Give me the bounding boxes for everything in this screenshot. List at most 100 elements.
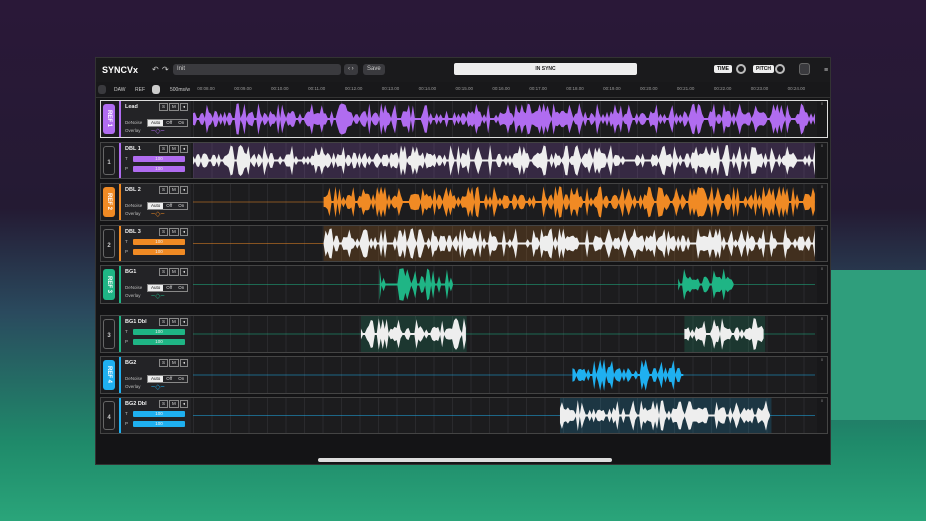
denoise-on[interactable]: On [175, 376, 187, 382]
time-button[interactable]: TIME [714, 65, 732, 73]
speaker-icon[interactable]: ◂ [179, 145, 188, 153]
denoise-auto[interactable]: Auto [148, 376, 164, 382]
waveform-lane[interactable] [193, 226, 815, 261]
time-amount-slider[interactable]: 100 [133, 329, 185, 335]
timeline-ruler[interactable]: DAW REF 500ms/w 00:08.00 00:09.00 00:10.00… [96, 82, 830, 98]
pitch-amount-slider[interactable]: 100 [133, 166, 185, 172]
mute-button[interactable]: M [168, 186, 179, 194]
pitch-button[interactable]: PITCH [753, 65, 774, 73]
speaker-icon[interactable]: ◂ [179, 228, 188, 236]
speaker-icon[interactable]: ◂ [179, 186, 188, 194]
horizontal-scrollbar[interactable] [318, 458, 612, 462]
track-1[interactable]: 1 DBL 1 S M ◂ T 100 P 100 0 [100, 142, 828, 179]
denoise-off[interactable]: Off [163, 376, 175, 382]
track-tab[interactable]: 2 [103, 229, 115, 258]
mute-button[interactable]: M [168, 400, 179, 408]
solo-button[interactable]: S [158, 318, 168, 326]
track-name[interactable]: DBL 3 [125, 229, 141, 235]
denoise-auto[interactable]: Auto [148, 120, 164, 126]
track-7[interactable]: 4 BG2 Dbl S M ◂ T 100 P 100 0 [100, 397, 828, 434]
zoom-level[interactable]: 500ms/w [166, 85, 194, 96]
speaker-icon[interactable]: ◂ [179, 400, 188, 408]
denoise-auto[interactable]: Auto [148, 203, 164, 209]
denoise-off[interactable]: Off [163, 203, 175, 209]
track-name[interactable]: DBL 1 [125, 146, 141, 152]
time-amount-slider[interactable]: 100 [133, 411, 185, 417]
solo-button[interactable]: S [158, 103, 168, 111]
time-knob[interactable] [736, 64, 746, 74]
ref-toggle[interactable]: REF [131, 85, 149, 96]
pitch-amount-slider[interactable]: 100 [133, 249, 185, 255]
sync-status[interactable]: IN SYNC [454, 63, 637, 75]
track-name[interactable]: DBL 2 [125, 187, 141, 193]
track-tab[interactable]: 4 [103, 401, 115, 430]
speaker-icon[interactable]: ◂ [179, 268, 188, 276]
track-name[interactable]: BG2 [125, 360, 136, 366]
mute-button[interactable]: M [168, 228, 179, 236]
redo-icon[interactable]: ↷ [158, 64, 173, 75]
denoise-selector[interactable]: Auto Off On [147, 202, 189, 210]
track-name[interactable]: BG2 Dbl [125, 401, 147, 407]
denoise-off[interactable]: Off [163, 285, 175, 291]
denoise-on[interactable]: On [175, 120, 187, 126]
mute-button[interactable]: M [168, 359, 179, 367]
daw-toggle[interactable]: DAW [110, 85, 129, 96]
solo-button[interactable]: S [158, 228, 168, 236]
denoise-on[interactable]: On [175, 203, 187, 209]
waveform-lane[interactable] [193, 398, 815, 433]
track-4[interactable]: REF 3 BG1 S M ◂ DeNoise Auto Off On Overlay ~… [100, 265, 828, 304]
track-2[interactable]: REF 2 DBL 2 S M ◂ DeNoise Auto Off On Overlay… [100, 183, 828, 221]
denoise-selector[interactable]: Auto Off On [147, 284, 189, 292]
solo-button[interactable]: S [158, 186, 168, 194]
denoise-selector[interactable]: Auto Off On [147, 119, 189, 127]
track-tab[interactable]: 3 [103, 319, 115, 349]
waveform-lane[interactable] [193, 184, 815, 220]
menu-icon[interactable]: ≡ [820, 65, 832, 76]
track-tab[interactable]: REF 1 [103, 104, 115, 134]
color-toggle[interactable] [152, 85, 160, 94]
waveform-lane[interactable] [193, 266, 815, 303]
mute-button[interactable]: M [168, 318, 179, 326]
pitch-amount-slider[interactable]: 100 [133, 421, 185, 427]
denoise-off[interactable]: Off [163, 120, 175, 126]
track-0[interactable]: REF 1 Lead S M ◂ DeNoise Auto Off On Overlay … [100, 100, 828, 138]
overlay-wave-icon[interactable]: ~◇~ [151, 383, 165, 391]
track-name[interactable]: BG1 Dbl [125, 319, 147, 325]
mute-button[interactable]: M [168, 268, 179, 276]
track-name[interactable]: Lead [125, 104, 138, 110]
track-tab[interactable]: 1 [103, 146, 115, 175]
waveform-lane[interactable] [193, 357, 815, 393]
mute-button[interactable]: M [168, 145, 179, 153]
speaker-icon[interactable]: ◂ [179, 318, 188, 326]
mute-button[interactable]: M [168, 103, 179, 111]
track-tab[interactable]: REF 2 [103, 187, 115, 217]
denoise-selector[interactable]: Auto Off On [147, 375, 189, 383]
overlay-wave-icon[interactable]: ~◇~ [151, 210, 165, 218]
solo-button[interactable]: S [158, 400, 168, 408]
time-amount-slider[interactable]: 100 [133, 239, 185, 245]
save-button[interactable]: Save [363, 64, 385, 75]
speaker-icon[interactable]: ◂ [179, 359, 188, 367]
power-button[interactable] [799, 63, 810, 75]
grid-toggle[interactable] [98, 85, 106, 94]
solo-button[interactable]: S [158, 145, 168, 153]
solo-button[interactable]: S [158, 268, 168, 276]
track-6[interactable]: REF 4 BG2 S M ◂ DeNoise Auto Off On Overlay ~… [100, 356, 828, 394]
pitch-knob[interactable] [775, 64, 785, 74]
track-5[interactable]: 3 BG1 Dbl S M ◂ T 100 P 100 0 [100, 315, 828, 353]
track-3[interactable]: 2 DBL 3 S M ◂ T 100 P 100 0 [100, 225, 828, 262]
preset-nav-buttons[interactable]: ‹ › [344, 64, 358, 75]
speaker-icon[interactable]: ◂ [179, 103, 188, 111]
overlay-wave-icon[interactable]: ~◇~ [151, 292, 165, 300]
waveform-lane[interactable] [193, 316, 815, 352]
track-tab[interactable]: REF 3 [103, 269, 115, 300]
waveform-lane[interactable] [193, 143, 815, 178]
solo-button[interactable]: S [158, 359, 168, 367]
overlay-wave-icon[interactable]: ~◇~ [151, 127, 165, 135]
waveform-lane[interactable] [193, 101, 815, 137]
track-name[interactable]: BG1 [125, 269, 136, 275]
preset-field[interactable]: Init [173, 64, 341, 75]
time-amount-slider[interactable]: 100 [133, 156, 185, 162]
denoise-on[interactable]: On [175, 285, 187, 291]
denoise-auto[interactable]: Auto [148, 285, 164, 291]
